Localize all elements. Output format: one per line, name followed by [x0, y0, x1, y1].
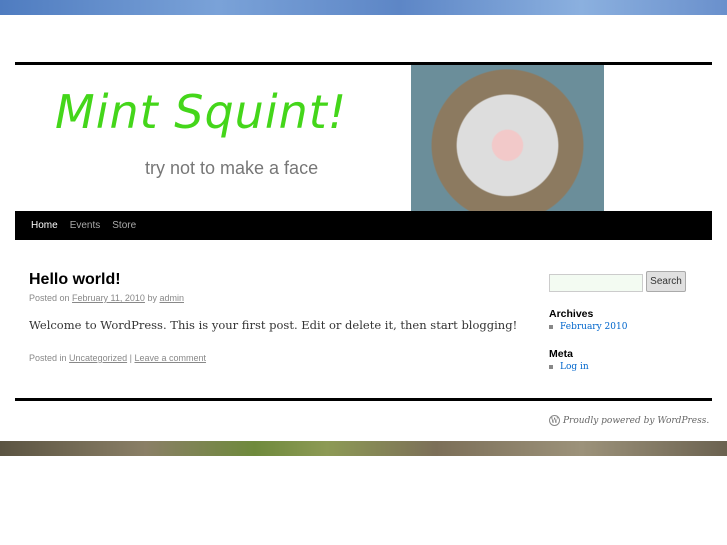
leave-comment-link[interactable]: Leave a comment [134, 353, 206, 363]
bullet-icon [549, 365, 553, 369]
bullet-icon [549, 325, 553, 329]
credit-text[interactable]: Proudly powered by WordPress. [563, 416, 709, 426]
nav-home[interactable]: Home [25, 220, 64, 231]
separator: | [129, 353, 132, 363]
by-label: by [147, 293, 157, 303]
meta-title: Meta [549, 348, 573, 360]
page: Mint Squint! try not to make a face Home… [0, 15, 727, 441]
post-date-link[interactable]: February 11, 2010 [72, 293, 145, 303]
meta-item[interactable]: Log in [549, 362, 589, 372]
login-link[interactable]: Log in [560, 362, 589, 372]
author-link[interactable]: admin [159, 293, 184, 303]
main-nav: Home Events Store [15, 211, 712, 240]
post-meta: Posted on February 11, 2010 by admin [29, 293, 184, 303]
search-button[interactable]: Search [646, 271, 686, 292]
posted-on-label: Posted on [29, 293, 70, 303]
posted-in-label: Posted in [29, 353, 67, 363]
site-title[interactable]: Mint Squint! [55, 85, 347, 139]
footer-credit[interactable]: W Proudly powered by WordPress. [549, 415, 709, 426]
post-utility: Posted in Uncategorized | Leave a commen… [29, 353, 206, 363]
archive-link[interactable]: February 2010 [560, 322, 627, 332]
archives-title: Archives [549, 308, 594, 320]
category-link[interactable]: Uncategorized [69, 353, 127, 363]
footer-divider [15, 398, 712, 401]
background-image-bottom [0, 441, 727, 456]
wordpress-icon: W [549, 415, 560, 426]
post-content: Welcome to WordPress. This is your first… [29, 318, 518, 332]
site-tagline: try not to make a face [145, 158, 319, 178]
header-image [411, 65, 604, 211]
search-input[interactable] [549, 274, 643, 292]
background-image-top [0, 0, 727, 15]
post-title[interactable]: Hello world! [29, 271, 121, 289]
nav-store[interactable]: Store [106, 220, 142, 231]
header-divider [15, 62, 712, 65]
nav-events[interactable]: Events [64, 220, 107, 231]
archive-item[interactable]: February 2010 [549, 322, 627, 332]
